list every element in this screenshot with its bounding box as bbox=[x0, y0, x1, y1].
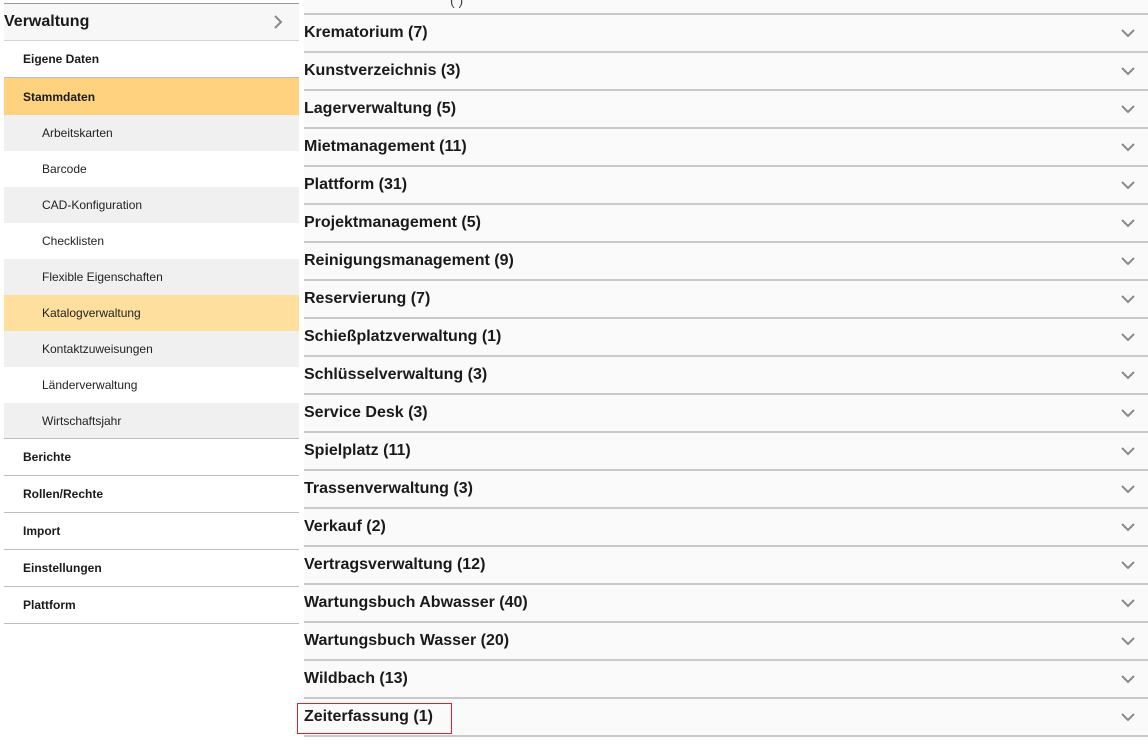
accordion-row[interactable]: Zeiterfassung (1) bbox=[304, 699, 1148, 737]
chevron-down-icon[interactable] bbox=[1120, 519, 1136, 535]
chevron-down-icon[interactable] bbox=[1120, 595, 1136, 611]
accordion-row[interactable]: Vertragsverwaltung (12) bbox=[304, 547, 1148, 585]
accordion-row-label: Schlüsselverwaltung (3) bbox=[304, 366, 488, 383]
sidebar-item-eigene-daten[interactable]: Eigene Daten bbox=[4, 41, 299, 78]
catalog-accordion-list: ( ) Krematorium (7) Kunstverzeichnis (3) L… bbox=[304, 0, 1148, 737]
sidebar-subitem-label: Wirtschaftsjahr bbox=[42, 413, 122, 428]
accordion-row-label: Wildbach (13) bbox=[304, 670, 408, 687]
accordion-row-partial[interactable]: ( ) bbox=[304, 0, 1148, 15]
accordion-row-label: Krematorium (7) bbox=[304, 24, 428, 41]
sidebar-subitem-kontaktzuweisungen[interactable]: Kontaktzuweisungen bbox=[4, 331, 299, 367]
chevron-down-icon[interactable] bbox=[1120, 443, 1136, 459]
accordion-row[interactable]: Trassenverwaltung (3) bbox=[304, 471, 1148, 509]
sidebar-subitem-label: Checklisten bbox=[42, 234, 105, 248]
sidebar-item-label: Plattform bbox=[23, 598, 76, 612]
accordion-row-label: Zeiterfassung (1) bbox=[304, 708, 433, 725]
accordion-row[interactable]: Verkauf (2) bbox=[304, 509, 1148, 547]
accordion-row[interactable]: Lagerverwaltung (5) bbox=[304, 91, 1148, 129]
sidebar: Verwaltung Eigene Daten Stammdaten Arbei… bbox=[4, 3, 299, 624]
accordion-row[interactable]: Reinigungsmanagement (9) bbox=[304, 243, 1148, 281]
accordion-row[interactable]: Service Desk (3) bbox=[304, 395, 1148, 433]
chevron-down-icon[interactable] bbox=[1120, 63, 1136, 79]
chevron-down-icon[interactable] bbox=[1120, 405, 1136, 421]
accordion-row-partial-label: ( ) bbox=[450, 0, 464, 8]
chevron-down-icon[interactable] bbox=[1120, 291, 1136, 307]
accordion-row[interactable]: Wartungsbuch Abwasser (40) bbox=[304, 585, 1148, 623]
sidebar-subitem-barcode[interactable]: Barcode bbox=[4, 151, 299, 187]
sidebar-subitem-cad-konfiguration[interactable]: CAD-Konfiguration bbox=[4, 187, 299, 223]
sidebar-header[interactable]: Verwaltung bbox=[4, 3, 299, 41]
sidebar-subitem-label: Barcode bbox=[42, 162, 87, 176]
accordion-row[interactable]: Kunstverzeichnis (3) bbox=[304, 53, 1148, 91]
sidebar-item-label: Berichte bbox=[23, 450, 72, 464]
sidebar-subitem-label: Arbeitskarten bbox=[42, 126, 113, 140]
accordion-row[interactable]: Projektmanagement (5) bbox=[304, 205, 1148, 243]
accordion-row[interactable]: Schießplatzverwaltung (1) bbox=[304, 319, 1148, 357]
accordion-row-label: Service Desk (3) bbox=[304, 404, 428, 421]
accordion-row-label: Projektmanagement (5) bbox=[304, 214, 481, 231]
sidebar-subitem-flexible-eigenschaften[interactable]: Flexible Eigenschaften bbox=[4, 259, 299, 295]
sidebar-subitem-arbeitskarten[interactable]: Arbeitskarten bbox=[4, 115, 299, 151]
accordion-row-label: Verkauf (2) bbox=[304, 518, 386, 535]
sidebar-item-import[interactable]: Import bbox=[4, 513, 299, 550]
accordion-row-label: Schießplatzverwaltung (1) bbox=[304, 328, 502, 345]
sidebar-subitem-katalogverwaltung[interactable]: Katalogverwaltung bbox=[4, 295, 299, 331]
sidebar-subitem-wirtschaftsjahr[interactable]: Wirtschaftsjahr bbox=[4, 403, 299, 439]
chevron-down-icon[interactable] bbox=[1120, 101, 1136, 117]
sidebar-item-label: Einstellungen bbox=[23, 561, 102, 575]
chevron-down-icon[interactable] bbox=[1120, 215, 1136, 231]
accordion-row-label: Wartungsbuch Abwasser (40) bbox=[304, 594, 528, 611]
chevron-down-icon[interactable] bbox=[1120, 633, 1136, 649]
sidebar-subitem-label: CAD-Konfiguration bbox=[42, 198, 143, 212]
accordion-row[interactable]: Schlüsselverwaltung (3) bbox=[304, 357, 1148, 395]
chevron-right-icon[interactable] bbox=[269, 13, 287, 31]
chevron-down-icon[interactable] bbox=[1120, 329, 1136, 345]
accordion-row[interactable]: Wildbach (13) bbox=[304, 661, 1148, 699]
chevron-down-icon[interactable] bbox=[1120, 481, 1136, 497]
sidebar-subitem-checklisten[interactable]: Checklisten bbox=[4, 223, 299, 259]
accordion-row[interactable]: Krematorium (7) bbox=[304, 15, 1148, 53]
sidebar-item-plattform[interactable]: Plattform bbox=[4, 587, 299, 624]
chevron-down-icon[interactable] bbox=[1120, 25, 1136, 41]
sidebar-item-label: Stammdaten bbox=[23, 89, 96, 104]
chevron-down-icon[interactable] bbox=[1120, 367, 1136, 383]
sidebar-item-berichte[interactable]: Berichte bbox=[4, 439, 299, 476]
accordion-row-label: Lagerverwaltung (5) bbox=[304, 100, 457, 117]
accordion-row-label: Reservierung (7) bbox=[304, 290, 431, 307]
accordion-row-label: Reinigungsmanagement (9) bbox=[304, 252, 514, 269]
accordion-row[interactable]: Plattform (31) bbox=[304, 167, 1148, 205]
chevron-down-icon[interactable] bbox=[1120, 177, 1136, 193]
chevron-down-icon[interactable] bbox=[1120, 709, 1136, 725]
sidebar-item-einstellungen[interactable]: Einstellungen bbox=[4, 550, 299, 587]
chevron-down-icon[interactable] bbox=[1120, 139, 1136, 155]
accordion-row-label: Kunstverzeichnis (3) bbox=[304, 62, 461, 79]
sidebar-subitem-label: Flexible Eigenschaften bbox=[42, 270, 163, 284]
sidebar-subitem-label: Länderverwaltung bbox=[42, 378, 138, 392]
accordion-row-label: Wartungsbuch Wasser (20) bbox=[304, 632, 510, 649]
accordion-row-label: Plattform (31) bbox=[304, 176, 408, 193]
sidebar-item-label: Rollen/Rechte bbox=[23, 487, 104, 501]
accordion-row[interactable]: Mietmanagement (11) bbox=[304, 129, 1148, 167]
accordion-row-label: Spielplatz (11) bbox=[304, 442, 411, 459]
accordion-row[interactable]: Wartungsbuch Wasser (20) bbox=[304, 623, 1148, 661]
sidebar-title: Verwaltung bbox=[4, 13, 90, 30]
accordion-row[interactable]: Spielplatz (11) bbox=[304, 433, 1148, 471]
accordion-row-label: Vertragsverwaltung (12) bbox=[304, 556, 486, 573]
sidebar-subitem-label: Katalogverwaltung bbox=[42, 306, 141, 320]
sidebar-subitem-label: Kontaktzuweisungen bbox=[42, 342, 153, 356]
chevron-down-icon[interactable] bbox=[1120, 671, 1136, 687]
sidebar-item-label: Eigene Daten bbox=[23, 52, 100, 66]
accordion-row[interactable]: Reservierung (7) bbox=[304, 281, 1148, 319]
accordion-row-label: Trassenverwaltung (3) bbox=[304, 480, 473, 497]
sidebar-item-stammdaten[interactable]: Stammdaten bbox=[4, 78, 299, 115]
accordion-row-label: Mietmanagement (11) bbox=[304, 138, 467, 155]
chevron-down-icon[interactable] bbox=[1120, 253, 1136, 269]
sidebar-item-rollen-rechte[interactable]: Rollen/Rechte bbox=[4, 476, 299, 513]
chevron-down-icon[interactable] bbox=[1120, 557, 1136, 573]
sidebar-subitem-laenderverwaltung[interactable]: Länderverwaltung bbox=[4, 367, 299, 403]
sidebar-item-label: Import bbox=[23, 524, 61, 538]
